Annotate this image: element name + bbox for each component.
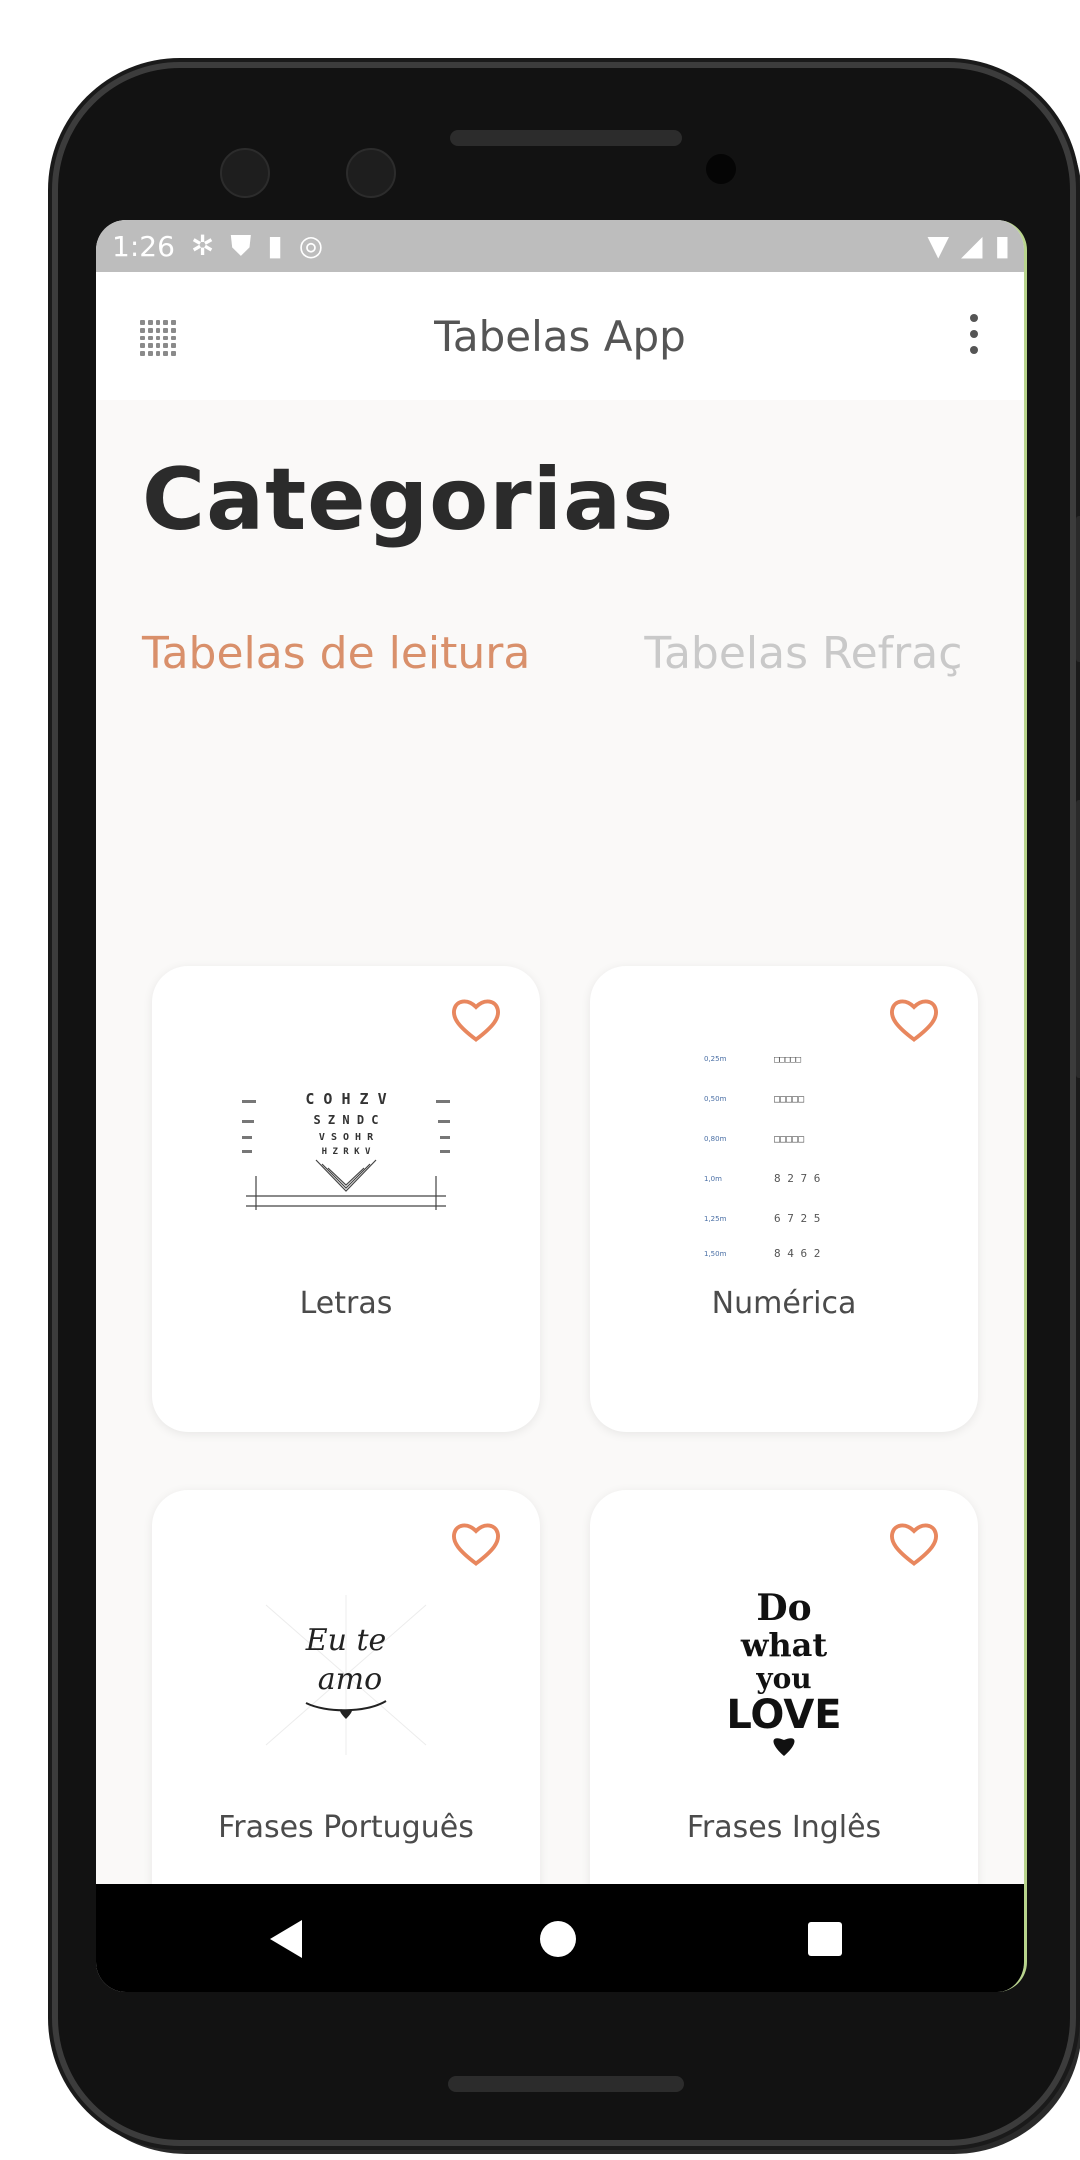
numeric-distance-1: 0,25m <box>704 1055 727 1063</box>
card-label: Frases Português <box>218 1810 474 1845</box>
do-text: Do <box>756 1587 811 1629</box>
home-icon[interactable] <box>540 1921 576 1957</box>
earpiece-speaker <box>450 130 682 146</box>
bottom-speaker <box>448 2076 684 2092</box>
wifi-icon: ▼ <box>927 229 950 262</box>
status-bar: 1:26 ✲ ⛊ ▮ ◎ ▼ ◢ ▮ <box>96 220 1024 272</box>
what-text: what <box>740 1626 828 1664</box>
sd-card-icon: ▮ <box>267 229 283 262</box>
category-tabs: Tabelas de leitura Tabelas Refraç <box>142 628 1024 679</box>
numeric-row-2: □□□□□ <box>774 1094 804 1105</box>
numeric-chart-thumbnail: 0,25m 0,50m 0,80m 1,0m 1,25m 1,50m □□□□□… <box>674 1046 894 1260</box>
battery-icon: ▮ <box>994 229 1010 262</box>
letters-row-3: V S O H R <box>319 1132 374 1143</box>
card-label: Frases Inglês <box>686 1810 882 1845</box>
heart-outline-icon[interactable] <box>450 1520 502 1568</box>
numeric-row-6: 8 4 6 2 <box>774 1247 820 1260</box>
heart-outline-icon[interactable] <box>450 996 502 1044</box>
back-icon[interactable] <box>270 1920 302 1958</box>
numeric-row-5: 6 7 2 5 <box>774 1212 820 1225</box>
amo-text: amo <box>318 1662 382 1697</box>
volume-button <box>1076 800 1080 1078</box>
more-vert-icon[interactable] <box>970 314 980 354</box>
recents-icon[interactable] <box>808 1922 842 1956</box>
numeric-distance-2: 0,50m <box>704 1095 727 1103</box>
page-title: Categorias <box>142 450 675 550</box>
do-what-you-love-thumbnail: Do what you LOVE <box>674 1570 894 1780</box>
gear-icon: ✲ <box>190 229 215 262</box>
tab-tabelas-de-leitura[interactable]: Tabelas de leitura <box>142 628 530 679</box>
love-text: LOVE <box>726 1692 841 1738</box>
system-nav-bar <box>96 1884 1024 1992</box>
app-title: Tabelas App <box>434 312 686 361</box>
status-time: 1:26 <box>112 229 175 263</box>
eu-te-text: Eu te <box>305 1623 387 1658</box>
letters-row-1: C O H Z V <box>305 1090 386 1108</box>
numeric-row-3: □□□□□ <box>774 1134 804 1145</box>
card-numerica[interactable]: 0,25m 0,50m 0,80m 1,0m 1,25m 1,50m □□□□□… <box>590 966 978 1432</box>
front-camera-left <box>220 148 270 198</box>
front-camera-right <box>346 148 396 198</box>
eu-te-amo-thumbnail: Eu te amo <box>236 1570 456 1780</box>
numeric-distance-6: 1,50m <box>704 1250 727 1258</box>
heart-outline-icon[interactable] <box>888 1520 940 1568</box>
app-screen: 1:26 ✲ ⛊ ▮ ◎ ▼ ◢ ▮ Tabelas App Categoria… <box>96 220 1027 1992</box>
signal-icon: ◢ <box>961 229 983 262</box>
letter-chart-thumbnail: C O H Z V S Z N D C V S O H R H Z R K V <box>236 1046 456 1256</box>
numeric-distance-4: 1,0m <box>704 1175 722 1183</box>
tab-tabelas-refracao[interactable]: Tabelas Refraç <box>644 628 962 679</box>
heart-outline-icon[interactable] <box>888 996 940 1044</box>
you-text: you <box>755 1662 811 1695</box>
letters-row-4: H Z R K V <box>322 1147 371 1157</box>
card-label: Letras <box>299 1286 393 1321</box>
numeric-row-4: 8 2 7 6 <box>774 1172 820 1185</box>
app-bar: Tabelas App <box>96 272 1024 400</box>
play-shield-icon: ⛊ <box>230 229 252 262</box>
card-letras[interactable]: C O H Z V S Z N D C V S O H R H Z R K V <box>152 966 540 1432</box>
proximity-sensor <box>706 154 736 184</box>
at-sign-icon: ◎ <box>298 229 324 262</box>
power-button <box>1076 516 1080 662</box>
numeric-distance-3: 0,80m <box>704 1135 727 1143</box>
numeric-distance-5: 1,25m <box>704 1215 727 1223</box>
card-label: Numérica <box>711 1286 857 1321</box>
letters-row-2: S Z N D C <box>313 1113 378 1127</box>
numeric-row-1: □□□□□ <box>774 1055 802 1065</box>
